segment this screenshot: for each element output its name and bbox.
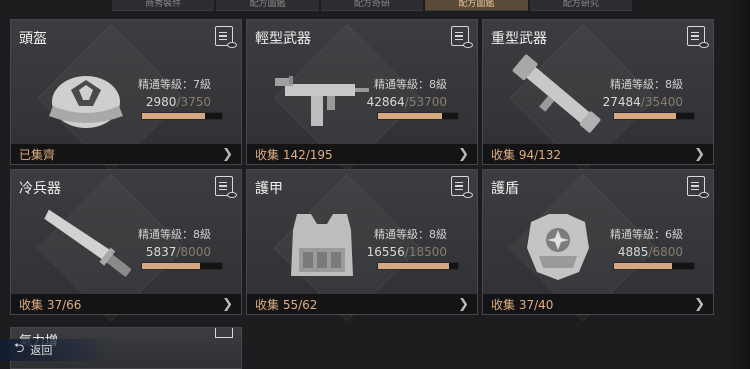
codex-icon[interactable] — [451, 176, 473, 198]
collection-status: 收集 94/132 — [491, 147, 562, 162]
progress-bar — [141, 112, 223, 120]
mastery-level: 精通等級：8級 — [374, 78, 447, 91]
vest-icon — [291, 214, 353, 276]
collection-status: 已集齊 — [19, 147, 56, 162]
back-label: 返回 — [30, 344, 53, 357]
collection-status: 收集 142/195 — [255, 147, 333, 162]
chevron-right-icon: ❯ — [458, 296, 469, 312]
card-footer[interactable]: 收集 94/132 ❯ — [483, 144, 713, 164]
mastery-level: 精通等級：7級 — [138, 78, 211, 91]
category-card-melee[interactable]: 冷兵器 精通等級：8級 5837/8000 收集 37/66 ❯ — [10, 169, 242, 322]
mastery-level: 精通等級：8級 — [138, 228, 211, 241]
tab-1[interactable]: 配方圖鑑 — [216, 0, 319, 11]
mastery-level: 精通等級：8級 — [610, 78, 683, 91]
chevron-right-icon: ❯ — [458, 146, 469, 162]
card-title: 護甲 — [255, 181, 283, 197]
chevron-right-icon: ❯ — [222, 296, 233, 312]
category-card-helmet[interactable]: 頭盔 精通等級：7級 2980/3750 已集齊 ❯ — [10, 19, 242, 172]
tab-bar: 商秀裝件 配方圖鑑 配方奇研 配方圖鑑 配方研究 — [112, 0, 633, 11]
mastery-level: 精通等級：6級 — [610, 228, 683, 241]
progress-fill — [378, 263, 450, 269]
mastery-level: 精通等級：8級 — [374, 228, 447, 241]
progress-fill — [142, 263, 201, 269]
progress-bar — [613, 112, 695, 120]
chevron-right-icon: ❯ — [222, 146, 233, 162]
progress-bar — [377, 112, 459, 120]
codex-icon[interactable] — [215, 328, 233, 338]
tab-2[interactable]: 配方奇研 — [320, 0, 424, 11]
collection-status: 收集 37/40 — [491, 297, 554, 312]
mastery-progress: 2980/3750 — [145, 95, 211, 109]
chevron-right-icon: ❯ — [694, 296, 705, 312]
card-footer[interactable]: 收集 55/62 ❯ — [247, 294, 477, 314]
helmet-cap-icon — [49, 76, 123, 128]
codex-icon[interactable] — [451, 26, 473, 48]
card-footer[interactable]: 收集 37/66 ❯ — [11, 294, 241, 314]
mastery-progress: 5837/8000 — [145, 245, 211, 259]
shield-armor-icon — [527, 214, 589, 280]
codex-icon[interactable] — [215, 176, 237, 198]
back-button[interactable]: ⮌ 返回 — [0, 339, 110, 361]
return-arrow-icon: ⮌ — [14, 341, 25, 356]
mastery-progress: 4885/6800 — [617, 245, 683, 259]
launcher-icon — [512, 54, 601, 133]
progress-fill — [378, 113, 442, 119]
machete-icon — [44, 209, 131, 277]
edge-shade — [728, 0, 750, 369]
card-title: 重型武器 — [491, 31, 547, 47]
tab-0[interactable]: 商秀裝件 — [112, 0, 215, 11]
progress-fill — [614, 263, 672, 269]
card-footer[interactable]: 已集齊 ❯ — [11, 144, 241, 164]
progress-bar — [377, 262, 459, 270]
card-footer[interactable]: 收集 37/40 ❯ — [483, 294, 713, 314]
card-title: 頭盔 — [19, 31, 47, 47]
collection-status: 收集 37/66 — [19, 297, 82, 312]
codex-icon[interactable] — [687, 26, 709, 48]
codex-icon[interactable] — [687, 176, 709, 198]
tab-4[interactable]: 配方研究 — [529, 0, 633, 11]
card-title: 護盾 — [491, 181, 519, 197]
codex-icon[interactable] — [215, 26, 237, 48]
category-card-shield[interactable]: 護盾 精通等級：6級 4885/6800 收集 37/40 ❯ — [482, 169, 714, 322]
collection-status: 收集 55/62 — [255, 297, 318, 312]
tab-3[interactable]: 配方圖鑑 — [425, 0, 528, 11]
category-card-light-weapon[interactable]: 輕型武器 精通等級：8級 42864/53700 收集 142/195 ❯ — [246, 19, 478, 172]
smg-icon — [275, 76, 369, 126]
mastery-progress: 16556/18500 — [366, 245, 447, 259]
card-title: 輕型武器 — [255, 31, 311, 47]
category-card-heavy-weapon[interactable]: 重型武器 精通等級：8級 27484/35400 收集 94/132 ❯ — [482, 19, 714, 172]
progress-fill — [614, 113, 677, 119]
card-title: 冷兵器 — [19, 181, 61, 197]
progress-bar — [613, 262, 695, 270]
progress-fill — [142, 113, 206, 119]
category-card-armor[interactable]: 護甲 精通等級：8級 16556/18500 收集 55/62 ❯ — [246, 169, 478, 322]
progress-bar — [141, 262, 223, 270]
mastery-progress: 42864/53700 — [366, 95, 447, 109]
mastery-progress: 27484/35400 — [602, 95, 683, 109]
card-footer[interactable]: 收集 142/195 ❯ — [247, 144, 477, 164]
chevron-right-icon: ❯ — [694, 146, 705, 162]
